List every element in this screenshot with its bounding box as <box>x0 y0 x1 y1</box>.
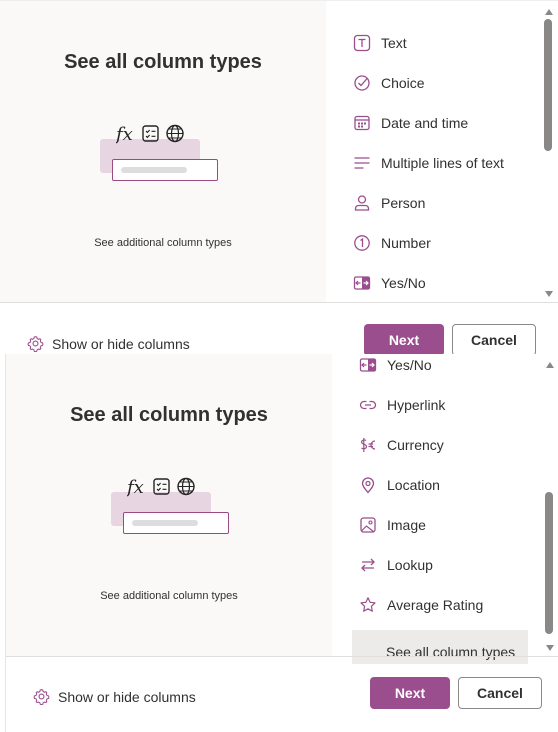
show-hide-columns-label: Show or hide columns <box>52 335 190 352</box>
star-icon <box>358 595 378 615</box>
column-types-illustration: fx <box>109 474 239 544</box>
multiline-icon <box>352 153 372 173</box>
scroll-down-arrow-icon[interactable] <box>545 291 553 297</box>
formula-glyph: fx <box>116 124 133 145</box>
show-hide-columns-label: Show or hide columns <box>58 688 196 705</box>
footer-divider <box>6 656 558 657</box>
link-icon <box>358 395 378 415</box>
location-icon <box>358 475 378 495</box>
type-item-number[interactable]: Number <box>352 231 431 255</box>
scroll-up-arrow-icon[interactable] <box>546 362 554 368</box>
type-item-date-and-time[interactable]: Date and time <box>352 111 468 135</box>
scrollbar-thumb[interactable] <box>544 19 552 151</box>
illustration-field <box>123 512 229 534</box>
preview-caption: See additional column types <box>94 237 232 249</box>
type-item-label: Text <box>381 35 407 51</box>
cancel-button[interactable]: Cancel <box>458 677 542 709</box>
preview-area: See all column types fx See additional c… <box>0 1 326 302</box>
type-item-average-rating[interactable]: Average Rating <box>358 593 483 617</box>
column-glyphs-icon: fx <box>116 124 184 145</box>
calendar-icon <box>352 113 372 133</box>
type-list-scrollbar[interactable] <box>544 1 554 302</box>
type-item-label: Currency <box>387 437 444 453</box>
column-type-list: Yes/No Hyperlink Currency Location Image <box>332 354 558 664</box>
type-item-label: Yes/No <box>387 357 432 373</box>
cancel-button[interactable]: Cancel <box>452 324 536 354</box>
next-button[interactable]: Next <box>364 324 444 354</box>
type-item-label: Multiple lines of text <box>381 155 504 171</box>
preview-area: See all column types fx See additional c… <box>6 354 332 656</box>
type-item-label: Person <box>381 195 426 211</box>
preview-title: See all column types <box>70 404 268 426</box>
type-item-lookup[interactable]: Lookup <box>358 553 433 577</box>
type-item-hyperlink[interactable]: Hyperlink <box>358 393 445 417</box>
text-icon <box>352 33 372 53</box>
column-type-panel-bottom: See all column types fx See additional c… <box>5 354 558 732</box>
toggle-icon <box>358 355 378 375</box>
type-list-scrollbar[interactable] <box>545 354 555 656</box>
lookup-icon <box>358 555 378 575</box>
toggle-icon <box>352 273 372 293</box>
gear-icon <box>27 335 44 352</box>
scroll-up-arrow-icon[interactable] <box>545 9 553 15</box>
type-item-currency[interactable]: Currency <box>358 433 444 457</box>
type-item-image[interactable]: Image <box>358 513 426 537</box>
preview-caption: See additional column types <box>100 590 238 602</box>
column-glyphs-icon: fx <box>127 477 195 498</box>
image-icon <box>358 515 378 535</box>
preview-title: See all column types <box>64 51 262 73</box>
footer-divider <box>0 302 558 303</box>
type-item-label: Choice <box>381 75 425 91</box>
number-icon <box>352 233 372 253</box>
column-type-list: Text Choice Date and time Multiple lines… <box>326 1 558 302</box>
type-item-multiple-lines[interactable]: Multiple lines of text <box>352 151 504 175</box>
currency-icon <box>358 435 378 455</box>
type-item-yes-no[interactable]: Yes/No <box>352 271 426 295</box>
type-item-see-all-column-types[interactable]: See all column types <box>352 630 528 664</box>
next-button[interactable]: Next <box>370 677 450 709</box>
type-item-label: Hyperlink <box>387 397 446 413</box>
formula-glyph: fx <box>127 477 144 498</box>
type-item-label: Image <box>387 517 426 533</box>
type-item-label: Date and time <box>381 115 469 131</box>
type-item-person[interactable]: Person <box>352 191 425 215</box>
type-item-yes-no[interactable]: Yes/No <box>358 354 432 377</box>
column-type-panel-top: See all column types fx See additional c… <box>0 0 558 354</box>
person-icon <box>352 193 372 213</box>
show-hide-columns-link[interactable]: Show or hide columns <box>33 688 196 705</box>
type-item-label: Lookup <box>387 557 433 573</box>
gear-icon <box>33 688 50 705</box>
type-item-label: Average Rating <box>387 597 484 613</box>
type-item-label: See all column types <box>386 644 516 660</box>
type-item-label: Number <box>381 235 431 251</box>
type-item-label: Location <box>387 477 440 493</box>
column-types-illustration: fx <box>98 121 228 191</box>
type-item-location[interactable]: Location <box>358 473 440 497</box>
illustration-field <box>112 159 218 181</box>
scroll-down-arrow-icon[interactable] <box>546 645 554 651</box>
scrollbar-thumb[interactable] <box>545 492 553 634</box>
type-item-choice[interactable]: Choice <box>352 71 425 95</box>
type-item-text[interactable]: Text <box>352 31 407 55</box>
show-hide-columns-link[interactable]: Show or hide columns <box>27 335 190 352</box>
choice-icon <box>352 73 372 93</box>
type-item-label: Yes/No <box>381 275 426 291</box>
